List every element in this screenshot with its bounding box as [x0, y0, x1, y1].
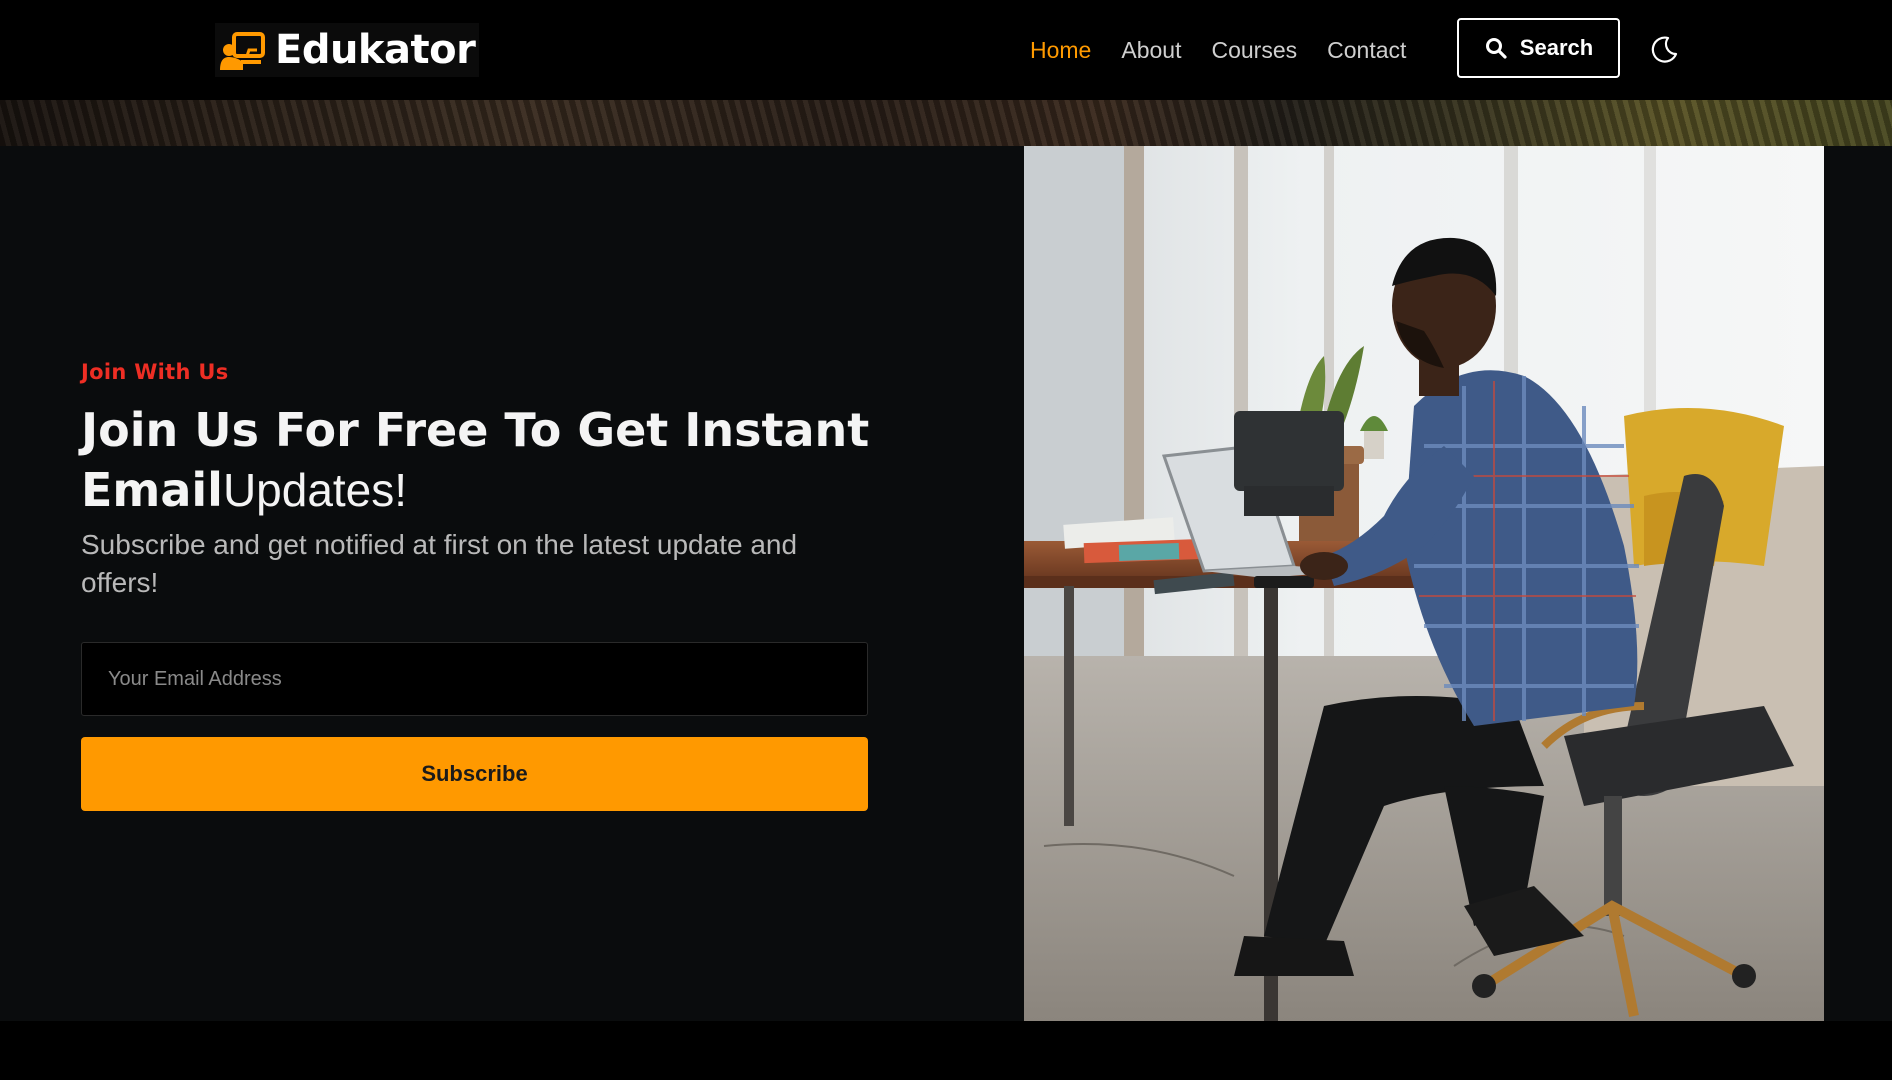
search-button-label: Search — [1519, 35, 1594, 60]
brand-name: Edukator — [275, 27, 476, 73]
section-subtext: Subscribe and get notified at first on t… — [81, 529, 798, 598]
photo-illustration — [1024, 146, 1824, 1021]
headline-bold-text: Join Us For Free To Get Instant Email — [81, 403, 870, 517]
section-headline: Join Us For Free To Get Instant EmailUpd… — [81, 400, 881, 520]
search-button[interactable]: Search — [1457, 18, 1620, 78]
footer-band — [0, 1021, 1892, 1080]
search-icon — [1485, 38, 1507, 59]
moon-icon[interactable] — [1648, 34, 1680, 66]
student-working-photo — [1024, 146, 1824, 1021]
brand-logo[interactable]: Edukator — [215, 23, 480, 77]
headline-regular-text: Updates! — [222, 464, 408, 516]
teacher-board-icon — [220, 32, 265, 70]
hero-image-strip — [0, 100, 1892, 146]
section-eyebrow: Join With Us — [81, 360, 229, 384]
email-input[interactable] — [81, 642, 868, 716]
nav-contact-link[interactable]: Contact — [1327, 37, 1406, 64]
main-nav: Home About Courses Contact — [1030, 0, 1406, 100]
nav-about-link[interactable]: About — [1121, 37, 1181, 64]
navbar: Edukator Home About Courses Contact Sear… — [0, 0, 1892, 100]
nav-home-link[interactable]: Home — [1030, 37, 1091, 64]
page: Edukator Home About Courses Contact Sear… — [0, 0, 1892, 1080]
nav-courses-link[interactable]: Courses — [1211, 37, 1297, 64]
newsletter-section: Join With Us Join Us For Free To Get Ins… — [0, 146, 1892, 1021]
subscribe-button[interactable]: Subscribe — [81, 737, 868, 811]
